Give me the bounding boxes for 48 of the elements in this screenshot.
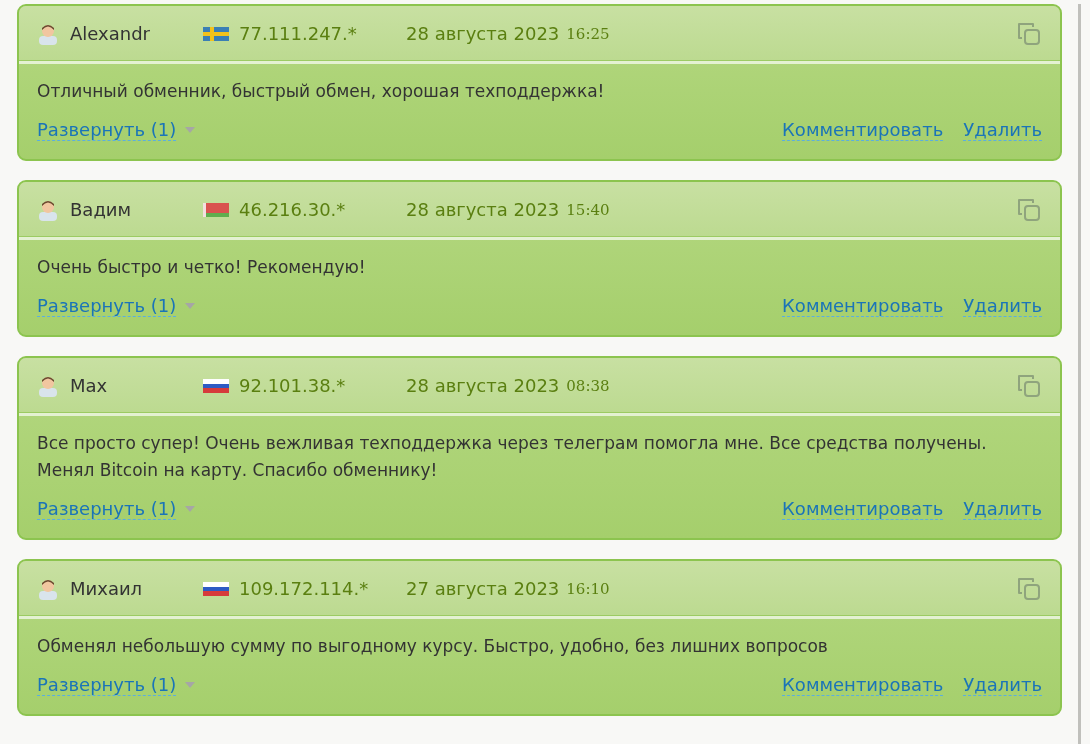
review-date: 27 августа 2023	[406, 578, 560, 599]
delete-link[interactable]: Удалить	[963, 119, 1042, 141]
author-name: Alexandr	[70, 23, 151, 44]
review-date: 28 августа 2023	[406, 199, 560, 220]
copy-icon[interactable]	[1016, 20, 1042, 47]
ip-address: 77.111.247.*	[239, 23, 358, 44]
ip-address: 92.101.38.*	[239, 375, 347, 396]
user-icon	[37, 374, 59, 397]
review-time: 16:25	[566, 24, 610, 43]
user-icon	[37, 22, 59, 45]
user-icon	[37, 577, 59, 600]
expand-link[interactable]: Развернуть (1)	[37, 295, 177, 317]
delete-link[interactable]: Удалить	[963, 295, 1042, 317]
copy-icon[interactable]	[1016, 372, 1042, 399]
flag-icon	[203, 581, 229, 596]
review-time: 16:10	[566, 579, 610, 598]
expand-link[interactable]: Развернуть (1)	[37, 119, 177, 141]
expand-link[interactable]: Развернуть (1)	[37, 498, 177, 520]
author-name: Михаил	[70, 578, 144, 599]
delete-link[interactable]: Удалить	[963, 498, 1042, 520]
caret-icon	[185, 682, 196, 688]
copy-icon[interactable]	[1016, 196, 1042, 223]
comment-link[interactable]: Комментировать	[782, 674, 944, 696]
review-text: Очень быстро и четко! Рекомендую!	[37, 256, 367, 279]
review-text: Все просто супер! Очень вежливая техподдержка через телеграм помогла мне. Все средства получены. Менял Bitcoin на карту. Спасибо обменнику!	[37, 432, 988, 482]
review-time: 08:38	[566, 376, 610, 395]
copy-icon[interactable]	[1016, 575, 1042, 602]
review-date: 28 августа 2023	[406, 23, 560, 44]
user-icon	[37, 198, 59, 221]
author-name: Вадим	[70, 199, 133, 220]
flag-icon	[203, 202, 229, 217]
ip-address: 109.172.114.*	[239, 578, 370, 599]
comment-link[interactable]: Комментировать	[782, 119, 944, 141]
ip-address: 46.216.30.*	[239, 199, 347, 220]
flag-icon	[203, 378, 229, 393]
review-time: 15:40	[566, 200, 610, 219]
delete-link[interactable]: Удалить	[963, 674, 1042, 696]
flag-icon	[203, 26, 229, 41]
review-text: Обменял небольшую сумму по выгодному курсу. Быстро, удобно, без лишних вопросов	[37, 635, 829, 658]
caret-icon	[185, 303, 196, 309]
review-date: 28 августа 2023	[406, 375, 560, 396]
expand-link[interactable]: Развернуть (1)	[37, 674, 177, 696]
comment-link[interactable]: Комментировать	[782, 498, 944, 520]
comment-link[interactable]: Комментировать	[782, 295, 944, 317]
review-text: Отличный обменник, быстрый обмен, хорошая техподдержка!	[37, 80, 606, 103]
caret-icon	[185, 127, 196, 133]
author-name: Max	[70, 375, 109, 396]
caret-icon	[185, 506, 196, 512]
